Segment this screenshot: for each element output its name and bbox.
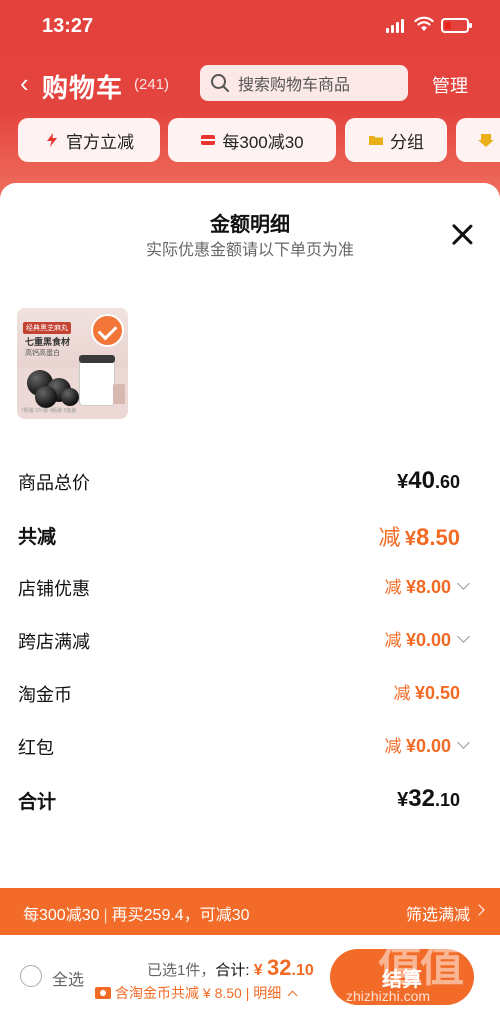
- row-value: 减 ¥0.00: [384, 626, 470, 651]
- row-cross-store-discount[interactable]: 跨店满减 减 ¥0.00: [18, 626, 470, 656]
- search-icon: [211, 74, 229, 92]
- page-title: 购物车: [42, 73, 124, 103]
- status-time: 13:27: [42, 15, 94, 37]
- row-value: 减 ¥8.00: [384, 573, 470, 598]
- row-store-discount[interactable]: 店铺优惠 减 ¥8.00: [18, 573, 470, 603]
- row-value: 减 ¥8.50: [378, 524, 460, 551]
- full-reduction-promo-bar[interactable]: 每300减30 | 再买259.4，可减30 筛选满减: [0, 888, 500, 935]
- coupon-icon: [95, 987, 111, 999]
- manage-button[interactable]: 管理: [432, 72, 468, 98]
- coin-discount-detail[interactable]: 含淘金币共减 ¥ 8.50 | 明细: [95, 983, 298, 1003]
- chevron-up-icon: [287, 990, 298, 1000]
- product-tag: 经典黑芝麻丸: [23, 322, 71, 334]
- row-red-packet[interactable]: 红包 减 ¥0.00: [18, 732, 470, 762]
- select-all-label[interactable]: 全选: [52, 966, 84, 990]
- row-value: ¥32.10: [397, 785, 460, 812]
- promo-text: 每300减30 | 再买259.4，可减30: [23, 907, 250, 924]
- chip-300-minus-30[interactable]: 每300减30: [168, 118, 336, 162]
- row-taojinbi: 淘金币 减 ¥0.50: [18, 679, 468, 709]
- cellular-signal-icon: [386, 19, 404, 33]
- select-all-radio[interactable]: [20, 965, 42, 987]
- selected-check-icon[interactable]: [91, 314, 124, 347]
- sheet-title: 金额明细: [210, 214, 290, 236]
- row-value: 减 ¥0.50: [393, 683, 460, 703]
- lightning-icon: [47, 133, 57, 147]
- amount-detail-sheet: 金额明细 实际优惠金额请以下单页为准 经典黑芝麻丸 七重黑食材 高钙高蛋白 7颗…: [0, 183, 500, 893]
- cart-header-background: 13:27 ‹ 购物车 (241) 搜索购物车商品 管理 官方立减 每300减3…: [0, 0, 500, 200]
- chip-label: 官方立减: [66, 132, 134, 152]
- folder-icon: [369, 136, 383, 145]
- row-label: 商品总价: [18, 473, 90, 493]
- row-label: 跨店满减: [18, 632, 90, 652]
- row-grand-total: 合计 ¥32.10: [18, 785, 468, 815]
- chevron-down-icon: [457, 577, 470, 590]
- row-label: 合计: [18, 792, 57, 813]
- chip-label: 分组: [390, 132, 424, 152]
- chip-more[interactable]: [456, 118, 500, 162]
- cart-item-count: (241): [134, 76, 170, 93]
- cart-search-input[interactable]: 搜索购物车商品: [200, 65, 408, 101]
- row-value: 减 ¥0.00: [384, 732, 470, 757]
- row-value: ¥40.60: [397, 467, 460, 494]
- chevron-down-icon: [457, 736, 470, 749]
- row-label: 店铺优惠: [18, 579, 90, 599]
- selection-summary: 已选1件，合计: ¥ 32.10: [147, 955, 314, 980]
- download-icon: [478, 134, 494, 147]
- close-icon[interactable]: [450, 223, 474, 247]
- coupon-icon: [201, 135, 216, 145]
- chevron-down-icon: [457, 630, 470, 643]
- product-name: 七重黑食材: [25, 337, 71, 347]
- battery-icon: [441, 18, 472, 33]
- row-total-discount: 共减 减 ¥8.50: [18, 520, 468, 551]
- sheet-subtitle: 实际优惠金额请以下单页为准: [145, 242, 354, 259]
- chip-group[interactable]: 分组: [345, 118, 447, 162]
- filter-chips: 官方立减 每300减30 分组: [0, 118, 500, 164]
- status-bar: 13:27: [0, 0, 500, 50]
- row-label: 共减: [18, 527, 57, 548]
- back-chevron-icon[interactable]: ‹: [20, 68, 29, 99]
- chip-official-discount[interactable]: 官方立减: [18, 118, 160, 162]
- row-label: 红包: [18, 738, 54, 758]
- search-placeholder: 搜索购物车商品: [238, 77, 351, 94]
- chip-label: 每300减30: [222, 132, 304, 152]
- row-item-total: 商品总价 ¥40.60: [18, 467, 468, 497]
- filter-promo-link[interactable]: 筛选满减: [406, 901, 470, 925]
- product-desc: 高钙高蛋白: [25, 350, 60, 357]
- watermark-logo: 值值值: [378, 942, 464, 1018]
- row-label: 淘金币: [18, 685, 72, 705]
- nav-bar: ‹ 购物车 (241) 搜索购物车商品 管理: [0, 60, 500, 106]
- product-fine-print: 7颗装 3斤装 4瓶装 5盒装: [21, 408, 77, 414]
- wifi-icon: [414, 16, 434, 31]
- watermark-url: zhizhizhi.com: [346, 988, 431, 1004]
